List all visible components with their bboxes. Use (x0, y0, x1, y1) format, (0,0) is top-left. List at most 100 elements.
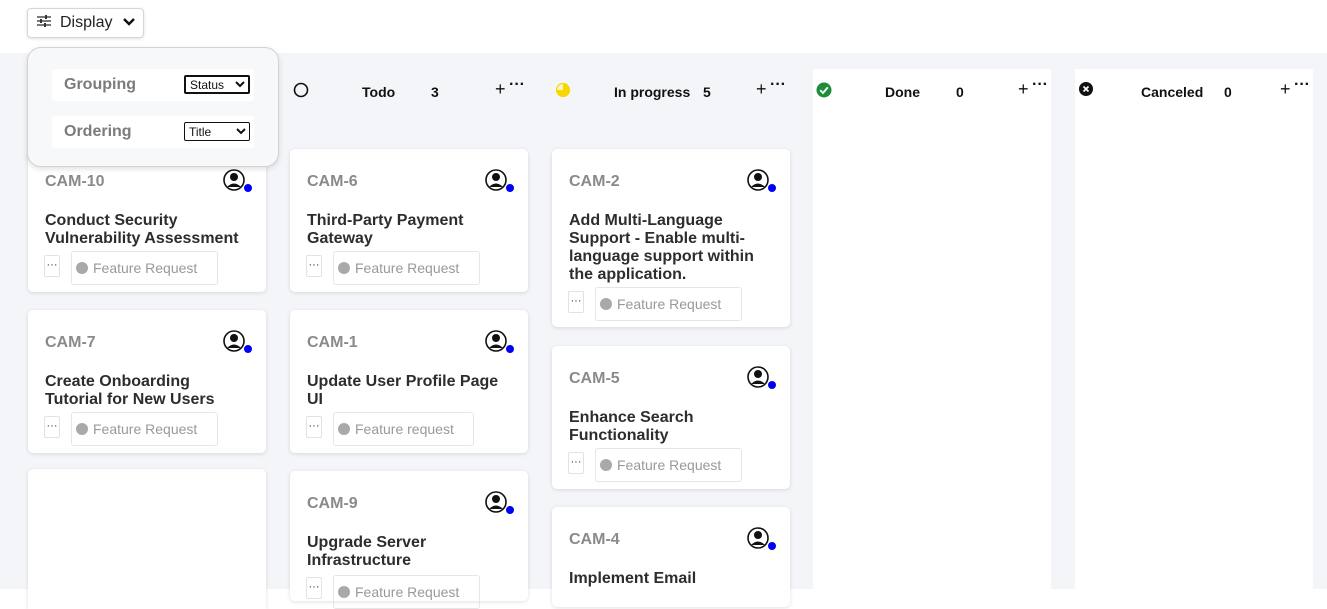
issue-card[interactable]: CAM-10 Conduct Security Vulnerability As… (28, 149, 266, 292)
issue-card[interactable]: CAM-2 Add Multi-Language Support - Enabl… (552, 149, 790, 327)
column-header: In progress 5 + ··· (552, 69, 790, 119)
assignee-avatar[interactable] (485, 168, 515, 193)
assignee-avatar[interactable] (485, 490, 515, 515)
column-more-button[interactable]: ··· (770, 76, 786, 94)
assignee-status-dot (505, 344, 515, 354)
issue-id: CAM-6 (307, 173, 358, 190)
chevron-down-icon (122, 14, 136, 32)
add-issue-button[interactable]: + (1280, 79, 1291, 100)
card-menu-button[interactable]: ··· (306, 577, 322, 599)
column-count: 0 (956, 84, 964, 100)
user-icon (747, 169, 769, 191)
card-menu-button[interactable]: ··· (306, 416, 322, 438)
issue-tag[interactable]: Feature Request (595, 448, 742, 482)
tag-dot-icon (600, 298, 612, 310)
issue-tag[interactable]: Feature Request (333, 575, 480, 609)
issue-id: CAM-10 (45, 173, 105, 190)
assignee-avatar[interactable] (747, 168, 777, 193)
issue-card[interactable]: CAM-5 Enhance Search Functionality ··· F… (552, 346, 790, 489)
add-issue-button[interactable]: + (756, 79, 767, 100)
issue-title: Add Multi-Language Support - Enable mult… (569, 212, 754, 283)
issue-tag[interactable]: Feature request (333, 412, 474, 446)
circle-outline-icon (293, 82, 309, 98)
card-menu-button[interactable]: ··· (306, 255, 322, 277)
issue-title: Update User Profile Page UI (307, 373, 499, 408)
issue-title: Upgrade Server Infrastructure (307, 534, 427, 569)
assignee-status-dot (505, 505, 515, 515)
board-column-todo: Todo 3 + ··· CAM-6 Third-Party Payment G… (290, 69, 528, 609)
user-icon (485, 491, 507, 513)
column-header: Canceled 0 + ··· (1075, 69, 1313, 119)
tag-label: Feature Request (617, 457, 722, 473)
issue-id: CAM-2 (569, 173, 620, 190)
user-icon (747, 527, 769, 549)
tag-dot-icon (76, 262, 88, 274)
display-button[interactable]: Display (27, 8, 144, 38)
card-menu-button[interactable]: ··· (568, 452, 584, 474)
tag-label: Feature Request (93, 421, 198, 437)
grouping-row: Grouping Status (52, 69, 254, 101)
assignee-avatar[interactable] (223, 329, 253, 354)
issue-id: CAM-4 (569, 531, 620, 548)
assignee-avatar[interactable] (747, 526, 777, 551)
tag-dot-icon (76, 423, 88, 435)
card-menu-button[interactable]: ··· (44, 255, 60, 277)
assignee-avatar[interactable] (485, 329, 515, 354)
half-circle-icon (555, 82, 571, 98)
issue-title: Third-Party Payment Gateway (307, 212, 464, 247)
assignee-status-dot (505, 183, 515, 193)
assignee-status-dot (767, 183, 777, 193)
assignee-status-dot (767, 541, 777, 551)
check-circle-icon (816, 82, 832, 98)
issue-card[interactable]: CAM-6 Third-Party Payment Gateway ··· Fe… (290, 149, 528, 292)
column-count: 5 (703, 84, 711, 100)
display-options-popup: Grouping Status Ordering Title (27, 47, 279, 167)
column-more-button[interactable]: ··· (1032, 76, 1048, 94)
issue-card[interactable]: CAM-7 Create Onboarding Tutorial for New… (28, 310, 266, 453)
tag-dot-icon (338, 423, 350, 435)
column-count: 3 (431, 84, 439, 100)
grouping-select[interactable]: Status (184, 75, 250, 94)
issue-card[interactable]: CAM-1 Update User Profile Page UI ··· Fe… (290, 310, 528, 453)
add-issue-button[interactable]: + (495, 79, 506, 100)
column-more-button[interactable]: ··· (509, 76, 525, 94)
issue-card[interactable]: CAM-4 Implement Email (552, 507, 790, 607)
column-header: Done 0 + ··· (813, 69, 1051, 119)
tag-label: Feature Request (355, 584, 460, 600)
assignee-avatar[interactable] (747, 365, 777, 390)
tag-label: Feature request (355, 421, 454, 437)
column-more-button[interactable]: ··· (1294, 76, 1310, 94)
issue-id: CAM-9 (307, 495, 358, 512)
board-column-canceled: Canceled 0 + ··· (1075, 69, 1313, 589)
user-icon (223, 330, 245, 352)
issue-id: CAM-5 (569, 370, 620, 387)
issue-title: Implement Email (569, 570, 697, 587)
tag-label: Feature Request (355, 260, 460, 276)
card-menu-button[interactable]: ··· (568, 291, 584, 313)
column-count: 0 (1224, 84, 1232, 100)
card-menu-button[interactable]: ··· (44, 416, 60, 438)
issue-tag[interactable]: Feature Request (333, 251, 480, 285)
column-title: Canceled (1141, 84, 1204, 100)
issue-tag[interactable]: Feature Request (71, 412, 218, 446)
user-icon (485, 330, 507, 352)
column-title: Todo (362, 84, 396, 100)
x-circle-icon (1079, 82, 1095, 98)
issue-card[interactable]: CAM-9 Upgrade Server Infrastructure ··· … (290, 471, 528, 609)
issue-tag[interactable]: Feature Request (71, 251, 218, 285)
grouping-label: Grouping (64, 76, 136, 93)
column-title: In progress (614, 84, 691, 100)
issue-tag[interactable]: Feature Request (595, 287, 742, 321)
column-filler (28, 469, 266, 609)
ordering-select[interactable]: Title (184, 122, 250, 141)
assignee-status-dot (767, 380, 777, 390)
user-icon (223, 169, 245, 191)
add-issue-button[interactable]: + (1018, 79, 1029, 100)
assignee-avatar[interactable] (223, 168, 253, 193)
display-button-label: Display (60, 14, 113, 31)
issue-title: Enhance Search Functionality (569, 409, 694, 444)
user-icon (485, 169, 507, 191)
tag-label: Feature Request (93, 260, 198, 276)
board-column-in-progress: In progress 5 + ··· CAM-2 Add Multi-Lang… (552, 69, 790, 607)
issue-title: Conduct Security Vulnerability Assessmen… (45, 212, 239, 247)
